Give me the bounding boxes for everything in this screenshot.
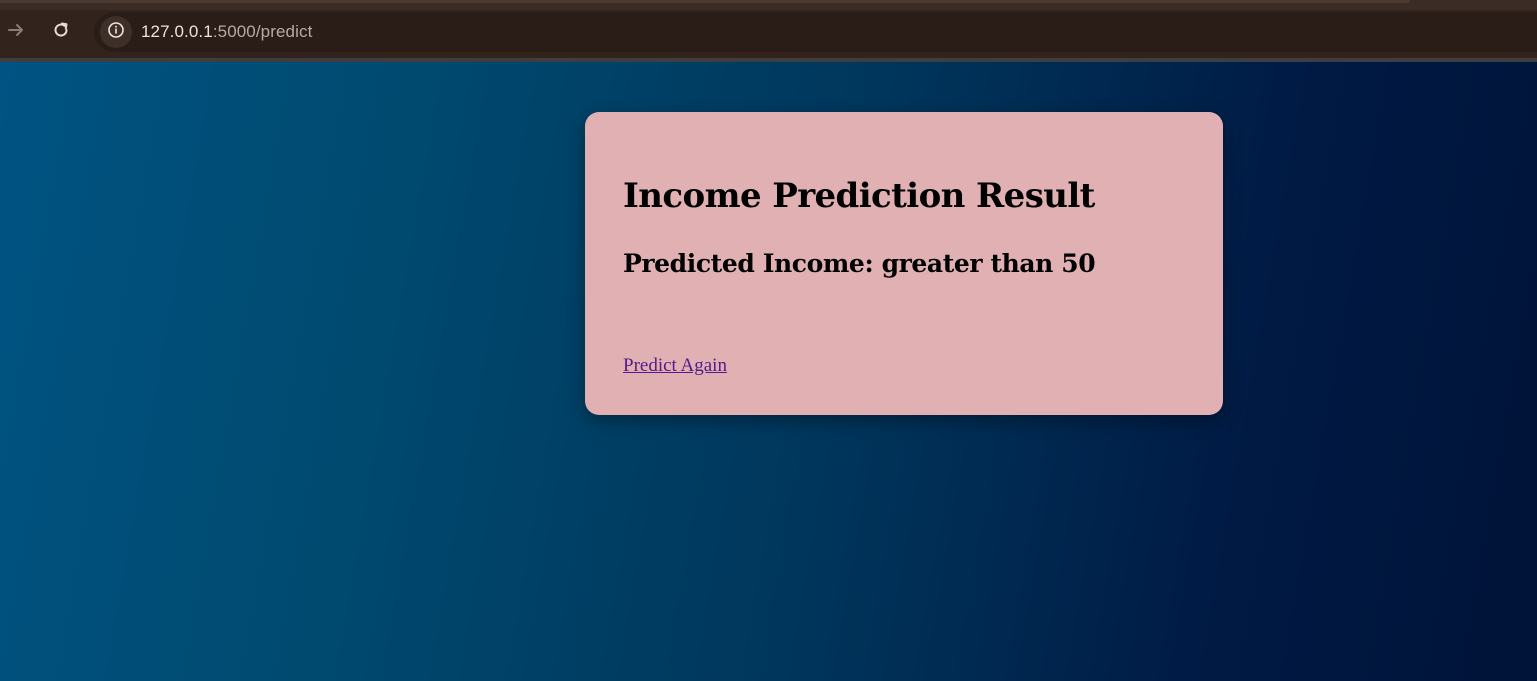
url-path: :5000/predict bbox=[212, 22, 313, 41]
url-text[interactable]: 127.0.0.1:5000/predict bbox=[141, 22, 312, 42]
forward-button[interactable] bbox=[2, 18, 30, 46]
site-info-button[interactable] bbox=[100, 16, 132, 48]
tab-edge bbox=[0, 0, 1410, 3]
result-card: Income Prediction Result Predicted Incom… bbox=[585, 112, 1223, 415]
address-bar[interactable]: 127.0.0.1:5000/predict bbox=[94, 12, 1537, 52]
predict-again-link[interactable]: Predict Again bbox=[623, 355, 727, 377]
page-title: Income Prediction Result bbox=[623, 176, 1095, 216]
info-icon bbox=[107, 21, 125, 43]
url-host: 127.0.0.1 bbox=[141, 22, 213, 41]
arrow-right-icon bbox=[6, 20, 26, 44]
reload-icon bbox=[51, 20, 71, 44]
browser-toolbar: 127.0.0.1:5000/predict bbox=[0, 0, 1537, 62]
reload-button[interactable] bbox=[47, 18, 75, 46]
prediction-result: Predicted Income: greater than 50 bbox=[623, 249, 1096, 278]
page-viewport: Income Prediction Result Predicted Incom… bbox=[0, 62, 1537, 681]
